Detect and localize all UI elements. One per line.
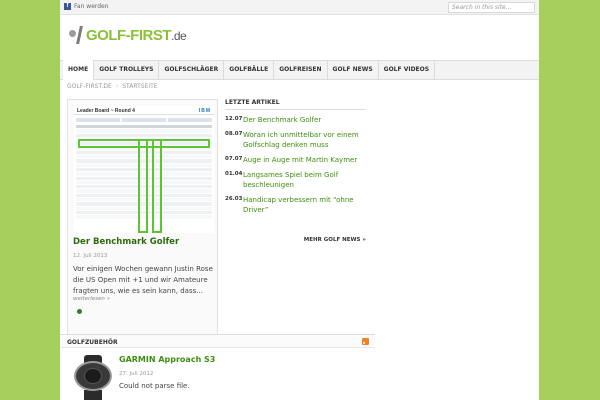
article-link[interactable]: Handicap verbessern mit “ohne Driver” <box>243 195 366 215</box>
breadcrumb: GOLF-FIRST.DE › STARTSEITE <box>67 83 158 90</box>
facebook-icon: f <box>64 3 71 10</box>
section-title: GOLFZUBEHÖR <box>67 339 118 346</box>
read-more-link[interactable]: weiterlesen » <box>73 296 110 302</box>
golf-club-icon <box>68 26 85 44</box>
product-date: 27. Juli 2012 <box>119 371 154 377</box>
nav-home[interactable]: HOME <box>63 60 95 80</box>
slider-dot[interactable] <box>77 309 82 314</box>
featured-image[interactable]: Leader Board ~ Round 4 IBM <box>74 106 214 233</box>
fan-label: Fan werden <box>74 3 109 10</box>
leaderboard-tabs <box>76 118 212 122</box>
article-date: 12.07 <box>225 116 243 122</box>
article-date: 07.07 <box>225 156 243 162</box>
article-link[interactable]: Auge in Auge mit Martin Kaymer <box>243 155 357 165</box>
list-item: 26.03 Handicap verbessern mit “ohne Driv… <box>225 195 366 215</box>
site-logo[interactable]: GOLF-FIRST.de <box>68 26 187 44</box>
list-item: 07.07 Auge in Auge mit Martin Kaymer <box>225 155 366 165</box>
nav-golfschlaeger[interactable]: GOLFSCHLÄGER <box>159 60 225 80</box>
top-bar: f Fan werden Search in this site... <box>60 0 539 15</box>
watch-icon <box>84 368 102 384</box>
featured-excerpt: Vor einigen Wochen gewann Justin Rose di… <box>73 265 213 295</box>
nav-golfbaelle[interactable]: GOLFBÄLLE <box>224 60 275 80</box>
latest-articles: LETZTE ARTIKEL 12.07 Der Benchmark Golfe… <box>225 99 366 215</box>
product-thumbnail[interactable] <box>71 355 115 400</box>
section-header: GOLFZUBEHÖR <box>60 334 375 348</box>
highlight-frame-col-a <box>138 139 148 233</box>
leaderboard-row <box>76 133 212 137</box>
logo-text: GOLF-FIRST.de <box>86 26 187 44</box>
list-item: 12.07 Der Benchmark Golfer <box>225 115 366 125</box>
article-link[interactable]: Der Benchmark Golfer <box>243 115 321 125</box>
product-title[interactable]: GARMIN Approach S3 <box>119 355 215 364</box>
leaderboard-row <box>76 125 212 129</box>
leaderboard-row <box>76 129 212 133</box>
nav-golf-trolleys[interactable]: GOLF TROLLEYS <box>94 60 160 80</box>
article-link[interactable]: Langsames Spiel beim Golf beschleunigen <box>243 170 366 190</box>
featured-title[interactable]: Der Benchmark Golfer <box>73 237 179 247</box>
nav-golf-news[interactable]: GOLF NEWS <box>328 60 379 80</box>
article-date: 08.07 <box>225 131 243 137</box>
latest-heading: LETZTE ARTIKEL <box>225 99 366 110</box>
leaderboard-header: Leader Board ~ Round 4 IBM <box>74 106 214 115</box>
breadcrumb-current: STARTSEITE <box>122 83 158 90</box>
featured-date: 12. Juli 2013 <box>73 253 108 259</box>
list-item: 01.04 Langsames Spiel beim Golf beschleu… <box>225 170 366 190</box>
highlight-frame-col-b <box>152 139 162 233</box>
article-link[interactable]: Woran ich unmittelbar vor einem Golfschl… <box>243 130 366 150</box>
article-date: 26.03 <box>225 196 243 202</box>
rss-icon[interactable] <box>362 338 369 345</box>
more-news-link[interactable]: MEHR GOLF NEWS » <box>225 237 366 243</box>
ibm-logo: IBM <box>198 108 211 114</box>
search-input[interactable]: Search in this site... <box>448 2 535 13</box>
breadcrumb-home[interactable]: GOLF-FIRST.DE <box>67 83 112 90</box>
nav-golf-videos[interactable]: GOLF VIDEOS <box>379 60 436 80</box>
featured-slider: Leader Board ~ Round 4 IBM Der Benchmark … <box>67 99 218 339</box>
facebook-fan-link[interactable]: f Fan werden <box>64 3 109 10</box>
list-item: 08.07 Woran ich unmittelbar vor einem Go… <box>225 130 366 150</box>
breadcrumb-separator: › <box>115 83 119 90</box>
nav-golfreisen[interactable]: GOLFREISEN <box>274 60 328 80</box>
product-text: Could not parse file. <box>119 382 190 390</box>
main-nav: HOME GOLF TROLLEYS GOLFSCHLÄGER GOLFBÄLL… <box>60 60 539 80</box>
article-date: 01.04 <box>225 171 243 177</box>
page-container: GOLF-FIRST.de HOME GOLF TROLLEYS GOLFSCH… <box>60 15 539 400</box>
